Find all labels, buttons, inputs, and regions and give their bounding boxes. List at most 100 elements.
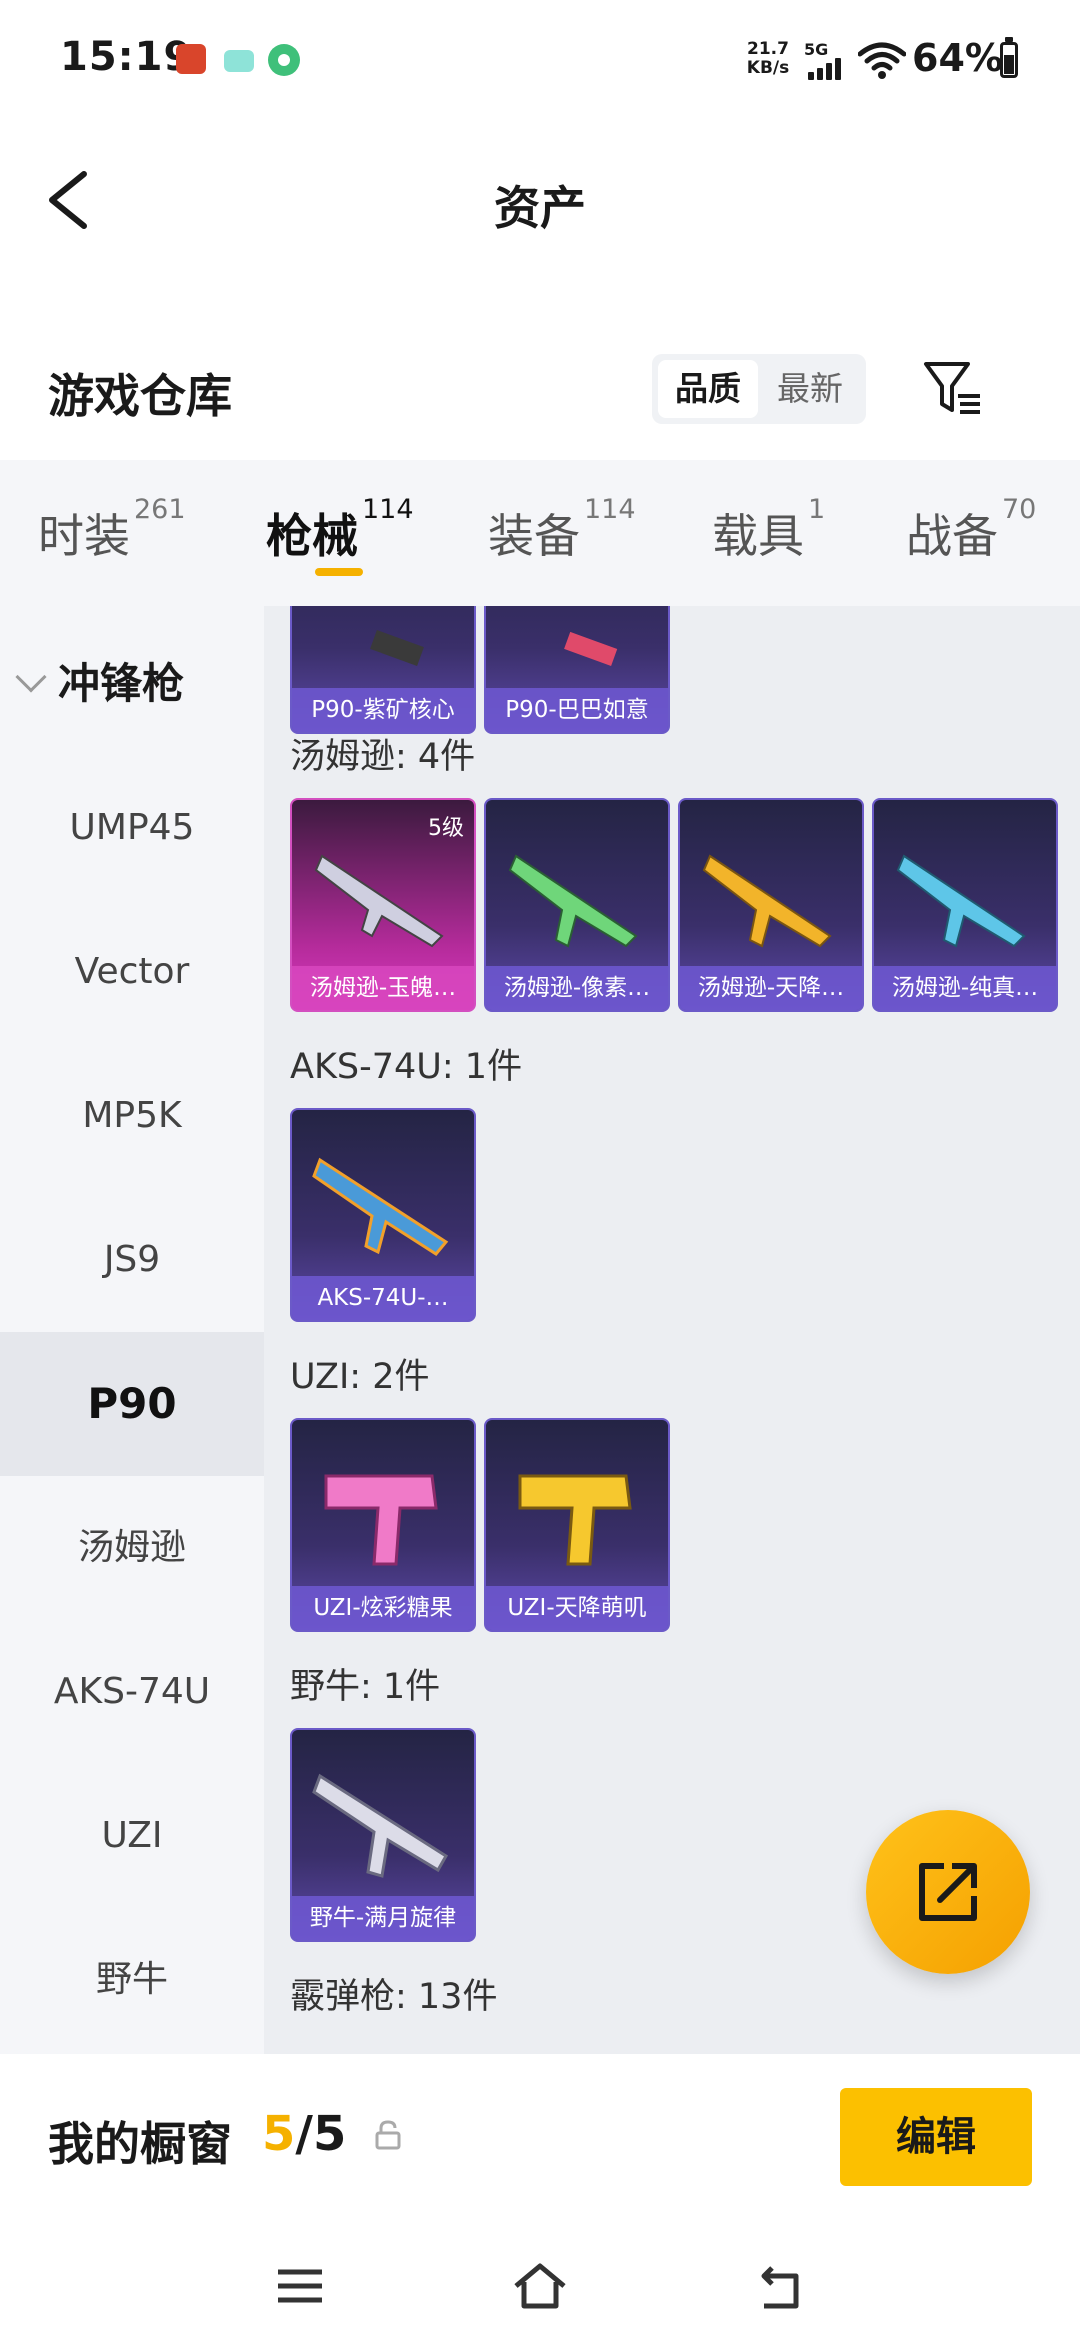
status-bar: 15:19 21.7 KB/s 5G 64%	[0, 0, 1080, 120]
sort-quality-button[interactable]: 品质	[658, 360, 758, 418]
tab-equipment[interactable]: 装备 114	[488, 494, 636, 566]
weapon-image	[370, 630, 424, 666]
weapon-card[interactable]: 汤姆逊-纯真…	[872, 798, 1058, 1012]
system-nav-bar	[0, 2224, 1080, 2344]
weapon-card[interactable]: 汤姆逊-天降…	[678, 798, 864, 1012]
weapon-card[interactable]: AKS-74U-…	[290, 1108, 476, 1322]
showcase-title: 我的橱窗	[48, 2117, 232, 2171]
weapon-card[interactable]: 汤姆逊-像素…	[484, 798, 670, 1012]
tab-label: 战备	[906, 509, 998, 563]
notification-app-icon	[224, 50, 254, 72]
sidebar-item-thompson[interactable]: 汤姆逊	[0, 1476, 264, 1620]
weapon-image	[564, 631, 618, 666]
weapon-card-label: UZI-炫彩糖果	[292, 1586, 474, 1630]
sidebar-item-aks74u[interactable]: AKS-74U	[0, 1620, 264, 1764]
weapon-image	[312, 1157, 449, 1256]
showcase-count-current: 5	[262, 2106, 296, 2162]
tab-fashion[interactable]: 时装 261	[38, 494, 186, 566]
weapon-card[interactable]: 5级 汤姆逊-玉魄…	[290, 798, 476, 1012]
network-speed: 21.7 KB/s	[744, 40, 792, 78]
sort-newest-button[interactable]: 最新	[760, 360, 860, 418]
tab-count: 114	[362, 494, 414, 525]
wifi-icon	[858, 42, 906, 79]
weapon-card-label: 汤姆逊-天降…	[680, 966, 862, 1010]
game-app-icon	[176, 44, 206, 74]
sidebar-item-mp5k[interactable]: MP5K	[0, 1044, 264, 1188]
chevron-down-icon	[15, 661, 47, 693]
sidebar-item-vector[interactable]: Vector	[0, 900, 264, 1044]
group-title-aks74u: AKS-74U: 1件	[290, 1047, 523, 1087]
sidebar-item-js9[interactable]: JS9	[0, 1188, 264, 1332]
tab-count: 114	[584, 494, 636, 525]
header: 资产	[0, 120, 1080, 280]
group-title-bizon: 野牛: 1件	[290, 1667, 441, 1707]
showcase-count: 5/5	[262, 2106, 346, 2162]
tab-label: 载具	[712, 509, 804, 563]
weapon-image	[314, 854, 444, 948]
weapon-card[interactable]: 野牛-满月旋律	[290, 1728, 476, 1942]
network-speed-value: 21.7	[747, 39, 789, 59]
filter-icon[interactable]	[922, 358, 984, 420]
weapon-card-label: UZI-天降萌叽	[486, 1586, 668, 1630]
tab-supplies[interactable]: 战备 70	[906, 494, 1036, 566]
sidebar-item-uzi[interactable]: UZI	[0, 1764, 264, 1908]
warehouse-title: 游戏仓库	[48, 369, 232, 423]
weapon-card-label: 野牛-满月旋律	[292, 1896, 474, 1940]
tab-label: 时装	[38, 509, 130, 563]
group-title-uzi: UZI: 2件	[290, 1357, 430, 1397]
share-button[interactable]	[866, 1810, 1030, 1974]
lock-icon	[375, 2120, 401, 2150]
group-title-thompson: 汤姆逊: 4件	[290, 737, 476, 777]
weapon-card[interactable]: P90-紫矿核心	[290, 606, 476, 734]
tab-vehicles[interactable]: 载具 1	[712, 494, 825, 566]
weapon-image	[508, 854, 638, 948]
tab-guns[interactable]: 枪械 114	[266, 494, 414, 566]
network-speed-unit: KB/s	[746, 58, 790, 78]
status-time: 15:19	[60, 34, 193, 80]
location-app-icon	[268, 44, 300, 76]
weapon-card-label: 汤姆逊-玉魄…	[292, 966, 474, 1010]
showcase-bar: 我的橱窗 5/5 编辑	[0, 2054, 1080, 2224]
tab-label: 枪械	[266, 509, 358, 563]
tab-count: 1	[808, 494, 826, 525]
back-icon[interactable]	[750, 2256, 810, 2316]
weapon-image	[702, 854, 832, 948]
sidebar-item-bizon[interactable]: 野牛	[0, 1908, 264, 2052]
page-title: 资产	[494, 181, 586, 235]
weapon-card[interactable]: UZI-炫彩糖果	[290, 1418, 476, 1632]
active-tab-indicator	[315, 568, 363, 576]
edit-button[interactable]: 编辑	[840, 2088, 1032, 2186]
sidebar-group-label: 冲锋枪	[58, 659, 185, 708]
weapon-image	[312, 1773, 449, 1878]
weapon-card-label: P90-巴巴如意	[486, 688, 668, 732]
group-title-shotgun: 霰弹枪: 13件	[290, 1977, 498, 2017]
weapon-card-label: 汤姆逊-纯真…	[874, 966, 1056, 1010]
sidebar-item-p90[interactable]: P90	[0, 1332, 264, 1476]
tab-count: 261	[134, 494, 186, 525]
warehouse-row: 游戏仓库 品质 最新	[0, 330, 1080, 450]
weapon-card-label: 汤姆逊-像素…	[486, 966, 668, 1010]
home-icon[interactable]	[510, 2256, 570, 2316]
weapon-card[interactable]: UZI-天降萌叽	[484, 1418, 670, 1632]
weapon-card-label: P90-紫矿核心	[292, 688, 474, 732]
menu-icon[interactable]	[270, 2256, 330, 2316]
showcase-count-total: 5	[312, 2106, 347, 2162]
sidebar-group-smg[interactable]: 冲锋枪	[15, 650, 185, 711]
weapon-type-sidebar: 冲锋枪 UMP45 Vector MP5K JS9 P90 汤姆逊 AKS-74…	[0, 606, 264, 2054]
network-type: 5G	[804, 40, 829, 59]
weapon-card[interactable]: P90-巴巴如意	[484, 606, 670, 734]
showcase-count-separator: /	[295, 2106, 313, 2162]
share-icon	[919, 1863, 977, 1921]
signal-icon	[808, 58, 848, 80]
battery-icon	[1000, 37, 1018, 78]
weapon-image	[518, 1474, 632, 1566]
weapon-image	[896, 854, 1026, 948]
weapon-card-label: AKS-74U-…	[292, 1276, 474, 1320]
tab-label: 装备	[488, 509, 580, 563]
sidebar-item-ump45[interactable]: UMP45	[0, 756, 264, 900]
category-tabs: 时装 261 枪械 114 装备 114 载具 1 战备 70	[0, 460, 1080, 606]
sort-toggle: 品质 最新	[652, 354, 866, 424]
tab-count: 70	[1002, 494, 1037, 525]
battery-percentage: 64%	[912, 36, 1003, 80]
weapon-image	[324, 1474, 438, 1566]
